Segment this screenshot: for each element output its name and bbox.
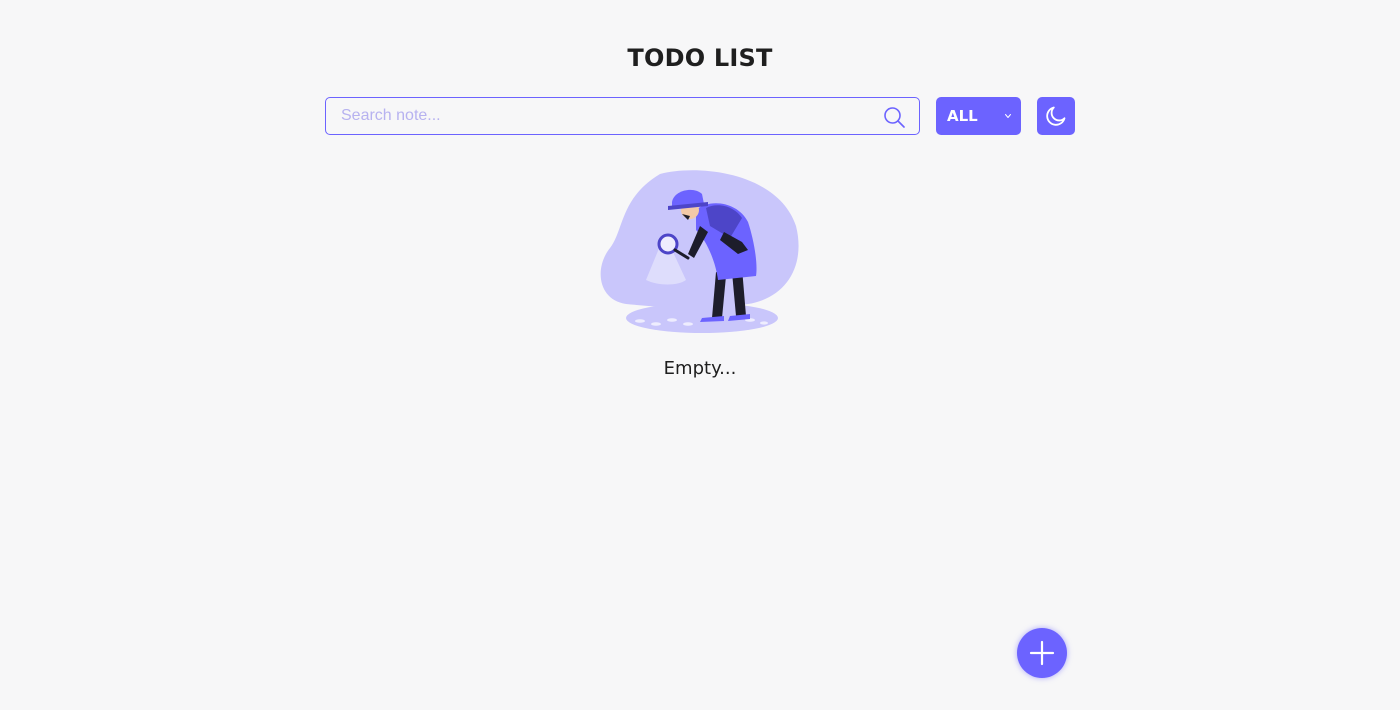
filter-selected-value: ALL	[947, 107, 978, 125]
search-icon[interactable]	[882, 105, 906, 129]
empty-state-text: Empty...	[663, 358, 737, 379]
detective-illustration	[600, 170, 799, 333]
search-bar	[325, 97, 920, 135]
moon-icon	[1046, 106, 1066, 126]
search-input[interactable]	[326, 98, 866, 134]
plus-icon	[1029, 640, 1055, 666]
filter-select[interactable]: ALL	[936, 97, 1021, 135]
add-note-button[interactable]	[1017, 628, 1067, 678]
theme-toggle-button[interactable]	[1037, 97, 1075, 135]
page-title: TODO LIST	[627, 44, 773, 72]
chevron-down-icon	[1005, 114, 1011, 118]
